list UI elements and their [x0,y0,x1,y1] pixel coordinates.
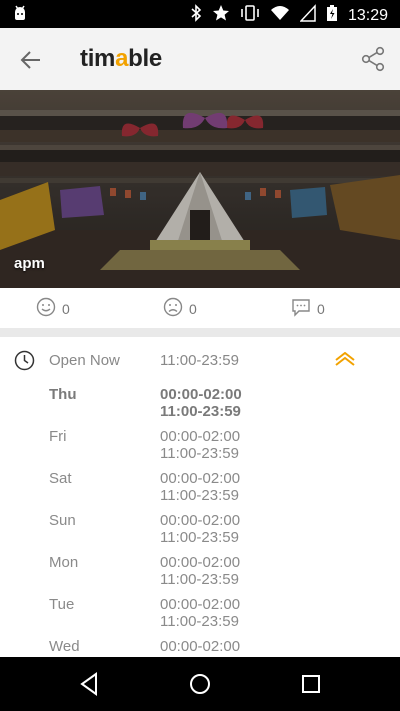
day-label: Tue [49,596,75,613]
day-label: Wed [49,638,80,655]
hours-times: 00:00-02:00 11:00-23:59 [160,554,241,588]
venue-name: apm [14,255,45,272]
opening-hours-section: Open Now 11:00-23:59 Thu 00:00-02:00 11:0… [0,337,400,657]
hours-row: Sun 00:00-02:00 11:00-23:59 [0,512,400,554]
star-icon [212,4,230,27]
day-label: Mon [49,554,79,571]
day-label: Fri [49,428,67,445]
day-label: Thu [49,386,77,403]
comment-count: 0 [317,300,325,317]
hours-times: 00:00-02:00 11:00-23:59 [160,470,241,504]
back-arrow-icon[interactable] [18,47,44,73]
open-now-label: Open Now [49,352,120,369]
day-label: Sun [49,512,76,529]
hours-row: Sat 00:00-02:00 11:00-23:59 [0,470,400,512]
reactions-bar: 0 0 0 [0,288,400,329]
hours-times: 00:00-02:00 [160,638,241,655]
signal-icon [299,4,316,27]
hours-times: 00:00-02:00 11:00-23:59 [160,428,241,462]
wifi-icon [270,4,290,27]
venue-hero-image: apm [0,90,400,288]
vibrate-icon [240,4,260,27]
bluetooth-icon [190,4,202,27]
comment-bubble-icon [291,297,311,320]
battery-icon [326,4,338,27]
like-count: 0 [62,300,70,317]
dislike-reaction-button[interactable]: 0 [163,297,197,320]
open-now-time: 11:00-23:59 [160,352,239,369]
comment-button[interactable]: 0 [291,297,325,320]
hours-row: Wed 00:00-02:00 [0,638,400,657]
hours-row: Mon 00:00-02:00 11:00-23:59 [0,554,400,596]
like-reaction-button[interactable]: 0 [36,297,70,320]
hours-times: 00:00-02:00 11:00-23:59 [160,512,241,546]
app-logo: timable [80,45,162,72]
day-label: Sat [49,470,72,487]
hours-row-today: Thu 00:00-02:00 11:00-23:59 [0,386,400,428]
hours-row: Fri 00:00-02:00 11:00-23:59 [0,428,400,470]
chevron-up-icon[interactable] [334,351,356,366]
dislike-count: 0 [189,300,197,317]
hours-times: 00:00-02:00 11:00-23:59 [160,386,242,420]
share-icon[interactable] [360,46,386,72]
section-divider [0,328,400,337]
hours-row: Tue 00:00-02:00 11:00-23:59 [0,596,400,638]
clock-icon [14,350,35,371]
status-time: 13:29 [347,6,388,24]
nav-recents-icon[interactable] [297,670,325,698]
system-nav-bar [0,657,400,711]
android-debug-icon [12,5,28,28]
app-bar: timable [0,28,400,91]
status-bar: 13:29 [0,0,400,28]
hours-times: 00:00-02:00 11:00-23:59 [160,596,241,630]
smiley-face-icon [36,297,56,320]
sad-face-icon [163,297,183,320]
nav-home-icon[interactable] [186,670,214,698]
nav-back-icon[interactable] [76,670,104,698]
